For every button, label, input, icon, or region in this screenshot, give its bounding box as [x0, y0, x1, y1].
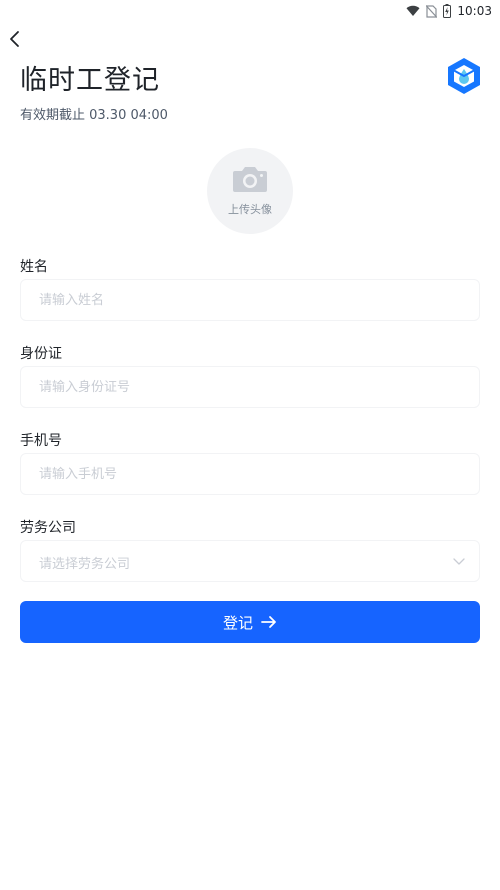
- camera-icon: [233, 167, 267, 192]
- register-button-label: 登记: [222, 613, 253, 632]
- no-sim-icon: [426, 4, 438, 18]
- phone-field: [20, 453, 480, 495]
- company-label: 劳务公司: [20, 520, 76, 536]
- battery-charging-icon: [443, 4, 452, 18]
- hexagon-droplet-logo: [448, 58, 480, 94]
- chevron-left-icon: [10, 31, 19, 47]
- status-bar: 10:03: [0, 0, 500, 22]
- id-card-label: 身份证: [20, 346, 62, 362]
- app-logo: [446, 57, 482, 95]
- validity-text: 有效期截止 03.30 04:00: [20, 108, 168, 123]
- status-icons: 10:03: [406, 2, 492, 20]
- name-input[interactable]: [39, 280, 459, 320]
- id-card-input[interactable]: [39, 367, 459, 407]
- name-label: 姓名: [20, 259, 48, 275]
- arrow-right-icon: [261, 616, 276, 628]
- avatar-upload[interactable]: 上传头像: [207, 148, 293, 234]
- page-title: 临时工登记: [20, 65, 160, 96]
- chevron-down-icon: [453, 558, 465, 565]
- back-button[interactable]: [6, 28, 26, 50]
- wifi-icon: [406, 5, 420, 17]
- avatar-upload-label: 上传头像: [228, 203, 272, 216]
- phone-input[interactable]: [39, 454, 459, 494]
- register-button[interactable]: 登记: [20, 601, 480, 643]
- phone-label: 手机号: [20, 433, 62, 449]
- company-select-placeholder: 请选择劳务公司: [39, 557, 131, 572]
- company-select[interactable]: 请选择劳务公司: [20, 540, 480, 582]
- id-card-field: [20, 366, 480, 408]
- status-time: 10:03: [457, 4, 492, 18]
- name-field: [20, 279, 480, 321]
